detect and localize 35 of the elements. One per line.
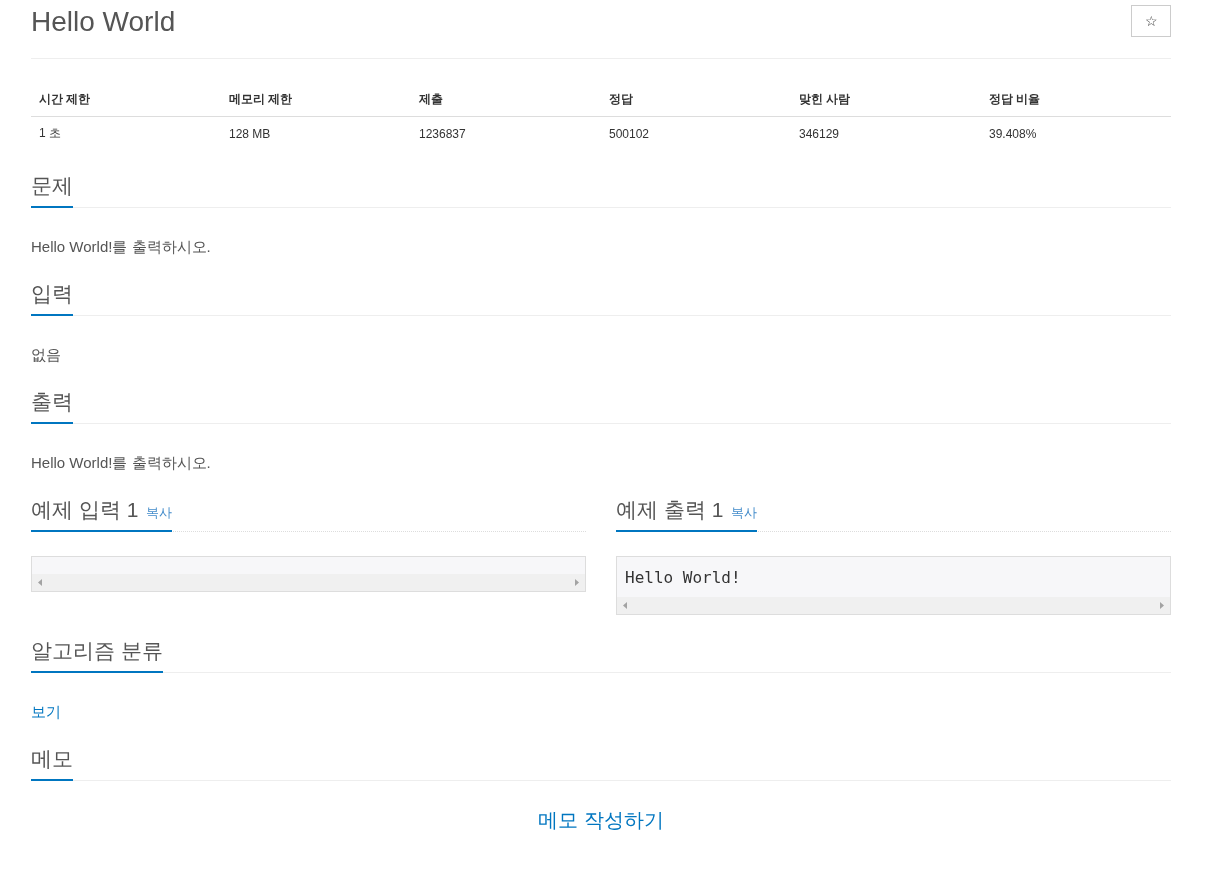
section-heading: 예제 입력 1 (31, 497, 139, 523)
table-cell: 39.408% (981, 116, 1171, 150)
star-button[interactable]: ☆ (1131, 5, 1171, 37)
section-heading: 알고리즘 분류 (31, 638, 163, 664)
section-heading: 입력 (31, 281, 73, 307)
scroll-left-arrow-icon[interactable] (38, 579, 42, 586)
scroll-right-arrow-icon[interactable] (1160, 602, 1164, 609)
section-heading: 메모 (31, 746, 73, 772)
horizontal-scrollbar[interactable] (617, 597, 1170, 614)
column-header: 정답 비율 (981, 83, 1171, 117)
table-cell: 500102 (601, 116, 791, 150)
horizontal-scrollbar[interactable] (32, 574, 585, 591)
section-heading: 출력 (31, 389, 73, 415)
table-cell: 128 MB (221, 116, 411, 150)
section-heading: 문제 (31, 173, 73, 199)
scroll-right-arrow-icon[interactable] (575, 579, 579, 586)
section-text: 없음 (31, 345, 62, 365)
table-cell: 1236837 (411, 116, 601, 150)
column-header: 정답 (601, 83, 791, 117)
column-header: 제출 (411, 83, 601, 117)
table-cell: 1 초 (31, 116, 221, 150)
problem-title: Hello World (31, 6, 176, 38)
sample-text: Hello World! (624, 567, 742, 589)
section-text: Hello World!를 출력하시오. (31, 237, 212, 257)
view-link[interactable]: 보기 (31, 701, 61, 723)
column-header: 메모리 제한 (221, 83, 411, 117)
copy-link[interactable]: 복사 (731, 504, 758, 522)
copy-link[interactable]: 복사 (146, 504, 173, 522)
table-cell: 346129 (791, 116, 981, 150)
section-heading: 예제 출력 1 (616, 497, 724, 523)
section-text: Hello World!를 출력하시오. (31, 453, 212, 473)
write-memo-link[interactable]: 메모 작성하기 (538, 809, 664, 831)
column-header: 맞힌 사람 (791, 83, 981, 117)
column-header: 시간 제한 (31, 83, 221, 117)
scroll-left-arrow-icon[interactable] (623, 602, 627, 609)
